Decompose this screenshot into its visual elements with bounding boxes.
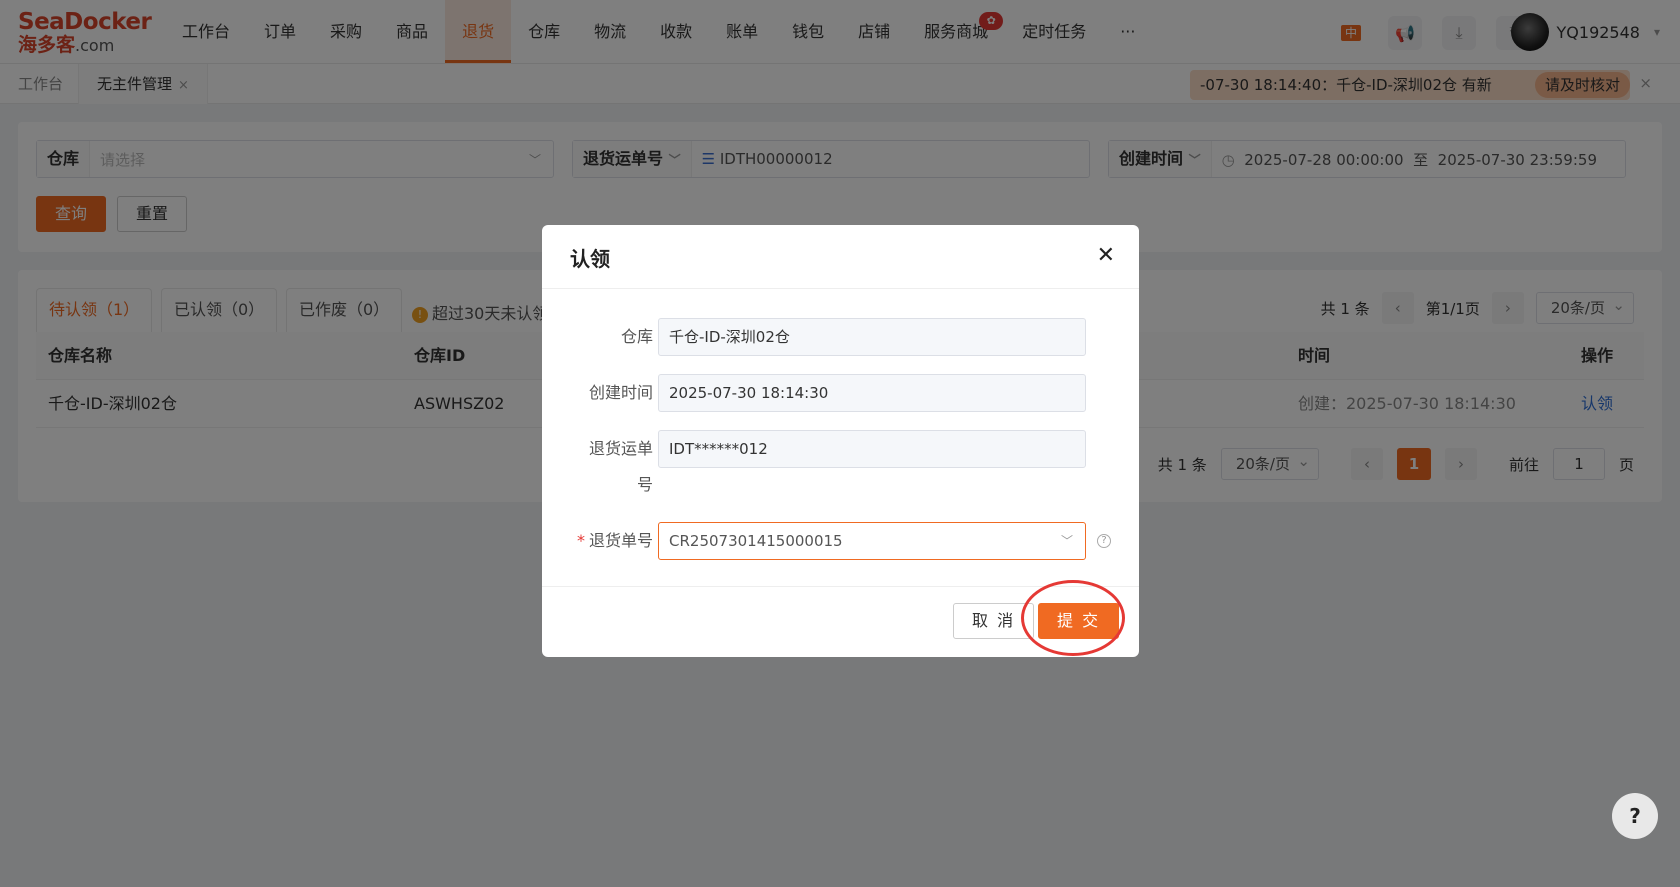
waybill-field[interactable]: IDT******012 [658,430,1086,468]
dialog-title: 认领 [570,247,610,271]
dialog-header: 认领 ✕ [542,225,1139,289]
close-icon[interactable]: ✕ [1097,243,1115,269]
created-time-field[interactable]: 2025-07-30 18:14:30 [658,374,1086,412]
warehouse-label: 仓库 [620,327,653,346]
return-order-label: * 退货单号 [576,531,653,550]
return-order-value: CR2507301415000015 [669,532,843,550]
required-mark: * [576,531,585,550]
chevron-down-icon: ﹀ [1060,534,1073,548]
help-button[interactable]: ? [1612,793,1658,839]
highlight-circle [1021,580,1125,656]
created-time-label: 创建时间 [588,383,653,402]
help-icon[interactable]: ? [1097,534,1111,548]
waybill-label: 退货运单号 [588,439,653,494]
warehouse-field[interactable]: 千仓-ID-深圳02仓 [658,318,1086,356]
return-order-select[interactable]: CR2507301415000015 ﹀ [658,522,1086,560]
